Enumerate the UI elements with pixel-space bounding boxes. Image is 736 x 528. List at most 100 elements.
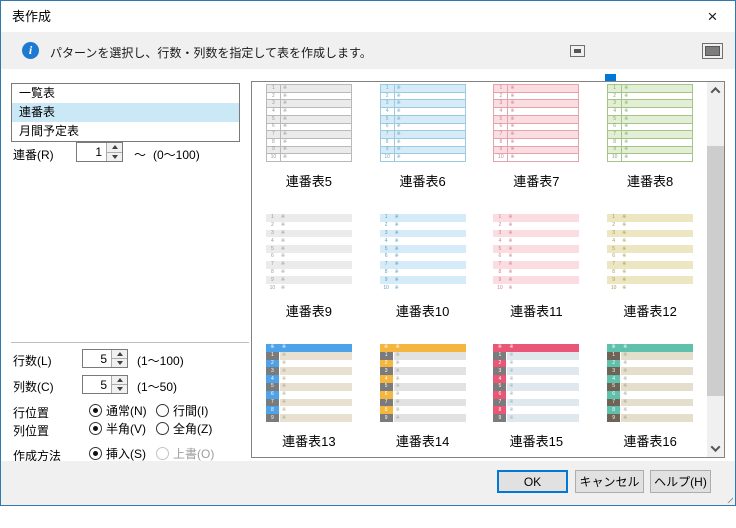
rows-input[interactable]: 5 [82, 349, 128, 368]
pattern-preview-panel: 1※2※3※4※5※6※7※8※9※10※連番表51※2※3※4※5※6※7※8… [251, 81, 725, 458]
radio-row-normal[interactable]: 通常(N) [89, 402, 147, 419]
pattern-thumbnail: ※※1※2※3※4※5※6※7※8※9※ [266, 344, 352, 422]
resize-grip-icon[interactable] [723, 493, 733, 503]
table-creation-dialog: 表作成 × i パターンを選択し、行数・列数を指定して表を作成します。 一覧表 … [0, 0, 736, 506]
arrow-up-icon [117, 378, 123, 382]
pattern-label: 連番表8 [627, 171, 673, 190]
pattern-item[interactable]: ※※1※2※3※4※5※6※7※8※9※ 連番表13 [252, 344, 366, 457]
pattern-thumbnail: 1※2※3※4※5※6※7※8※9※10※ [607, 84, 693, 162]
close-button[interactable]: × [690, 1, 735, 32]
divider [11, 342, 249, 343]
pattern-thumbnail: ※※1※2※3※4※5※6※7※8※9※ [493, 344, 579, 422]
pattern-thumbnail: 1※2※3※4※5※6※7※8※9※10※ [266, 214, 352, 292]
pattern-thumbnail: 1※2※3※4※5※6※7※8※9※10※ [607, 214, 693, 292]
spin-down-button[interactable] [107, 152, 122, 162]
arrow-up-icon [117, 352, 123, 356]
rows-label: 行数(L) [13, 352, 52, 369]
scroll-up-button[interactable] [707, 82, 724, 99]
close-icon: × [708, 8, 718, 25]
ok-button[interactable]: OK [497, 470, 568, 493]
page-title: 表作成 [12, 1, 51, 32]
info-icon: i [22, 42, 39, 59]
row-position-label: 行位置 [13, 404, 49, 421]
spin-down-button[interactable] [112, 384, 127, 393]
preview-size-small-icon[interactable] [570, 45, 585, 57]
arrow-down-icon [112, 155, 118, 159]
chevron-down-icon [711, 442, 721, 452]
radio-unchecked-icon [156, 404, 169, 417]
serial-input[interactable]: 1 [76, 142, 123, 162]
pattern-label: 連番表5 [286, 171, 332, 190]
radio-col-hankaku[interactable]: 半角(V) [89, 420, 146, 437]
cols-label: 列数(C) [13, 378, 54, 395]
pattern-label: 連番表6 [400, 171, 446, 190]
pattern-label: 連番表11 [510, 301, 563, 320]
list-item-renbanhyo[interactable]: 連番表 [12, 103, 239, 122]
radio-disabled-icon [156, 447, 169, 460]
radio-unchecked-icon [156, 422, 169, 435]
radio-checked-icon [89, 447, 102, 460]
cancel-button[interactable]: キャンセル [575, 470, 644, 493]
spin-up-button[interactable] [112, 376, 127, 384]
pattern-label: 連番表12 [623, 301, 676, 320]
pattern-item[interactable]: 1※2※3※4※5※6※7※8※9※10※ 連番表9 [252, 214, 366, 344]
title-bar[interactable]: 表作成 × [1, 1, 735, 32]
preview-size-large-icon[interactable] [702, 43, 723, 59]
arrow-down-icon [117, 361, 123, 365]
chevron-up-icon [711, 87, 721, 97]
pattern-label: 連番表16 [623, 431, 676, 450]
arrow-up-icon [112, 145, 118, 149]
rows-value: 5 [83, 352, 111, 366]
pattern-label: 連番表15 [510, 431, 563, 450]
pattern-thumbnail: 1※2※3※4※5※6※7※8※9※10※ [493, 214, 579, 292]
cols-input[interactable]: 5 [82, 375, 128, 394]
cols-spinner [111, 376, 127, 393]
pattern-item[interactable]: ※※1※2※3※4※5※6※7※8※9※ 連番表15 [480, 344, 594, 457]
pattern-label: 連番表9 [286, 301, 332, 320]
spin-down-button[interactable] [112, 358, 127, 367]
serial-spinner [106, 143, 122, 161]
radio-method-insert[interactable]: 挿入(S) [89, 445, 146, 462]
scrollbar[interactable] [707, 82, 724, 457]
pattern-label: 連番表7 [513, 171, 559, 190]
pattern-item[interactable]: 1※2※3※4※5※6※7※8※9※10※ 連番表5 [252, 84, 366, 214]
pattern-item[interactable]: ※※1※2※3※4※5※6※7※8※9※ 連番表16 [593, 344, 707, 457]
pattern-grid: 1※2※3※4※5※6※7※8※9※10※連番表51※2※3※4※5※6※7※8… [252, 82, 707, 457]
pattern-item[interactable]: 1※2※3※4※5※6※7※8※9※10※ 連番表11 [480, 214, 594, 344]
list-item-ichiranhyo[interactable]: 一覧表 [12, 84, 239, 103]
scroll-down-button[interactable] [707, 440, 724, 457]
help-button[interactable]: ヘルプ(H) [650, 470, 711, 493]
pattern-category-list: 一覧表 連番表 月間予定表 [11, 83, 240, 142]
list-item-gekkan[interactable]: 月間予定表 [12, 122, 239, 141]
pattern-item[interactable]: 1※2※3※4※5※6※7※8※9※10※連番表10 [366, 214, 480, 344]
serial-range: (0～100) [153, 146, 200, 163]
rows-range: (1～100) [137, 352, 184, 369]
scrollbar-thumb[interactable] [707, 146, 724, 396]
rows-spinner [111, 350, 127, 367]
pattern-label: 連番表10 [396, 301, 449, 320]
pattern-item[interactable]: 1※2※3※4※5※6※7※8※9※10※ 連番表8 [593, 84, 707, 214]
info-message: パターンを選択し、行数・列数を指定して表を作成します。 [50, 44, 372, 61]
pattern-item[interactable]: 1※2※3※4※5※6※7※8※9※10※連番表7 [480, 84, 594, 214]
serial-label: 連番(R) [13, 146, 54, 163]
pattern-item[interactable]: 1※2※3※4※5※6※7※8※9※10※ 連番表6 [366, 84, 480, 214]
radio-method-overwrite: 上書(O) [156, 445, 214, 462]
arrow-down-icon [117, 387, 123, 391]
col-position-label: 列位置 [13, 422, 49, 439]
radio-row-between[interactable]: 行間(I) [156, 402, 208, 419]
cols-range: (1～50) [137, 378, 177, 395]
pattern-thumbnail: 1※2※3※4※5※6※7※8※9※10※ [380, 84, 466, 162]
pattern-item[interactable]: ※※1※2※3※4※5※6※7※8※9※連番表14 [366, 344, 480, 457]
pattern-label: 連番表13 [282, 431, 335, 450]
pattern-thumbnail: ※※1※2※3※4※5※6※7※8※9※ [607, 344, 693, 422]
cols-value: 5 [83, 378, 111, 392]
pattern-label: 連番表14 [396, 431, 449, 450]
radio-checked-icon [89, 404, 102, 417]
spin-up-button[interactable] [107, 143, 122, 152]
info-bar: i パターンを選択し、行数・列数を指定して表を作成します。 [1, 32, 735, 69]
spin-up-button[interactable] [112, 350, 127, 358]
pattern-thumbnail: 1※2※3※4※5※6※7※8※9※10※ [266, 84, 352, 162]
radio-col-zenkaku[interactable]: 全角(Z) [156, 420, 212, 437]
pattern-item[interactable]: 1※2※3※4※5※6※7※8※9※10※ 連番表12 [593, 214, 707, 344]
serial-value: 1 [77, 145, 106, 159]
